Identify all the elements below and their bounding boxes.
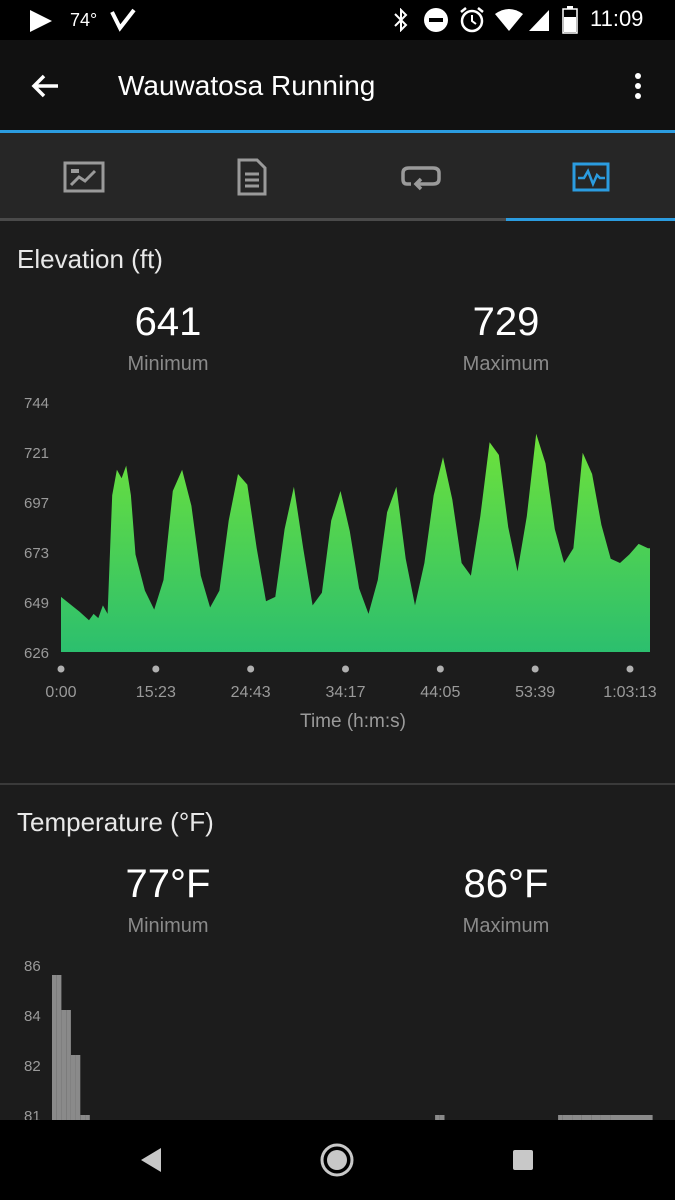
temperature-max-value: 86°F [463, 862, 549, 906]
graph-monitor-icon [572, 162, 609, 192]
elevation-y-tick: 721 [24, 445, 49, 462]
temperature-y-tick: 81 [24, 1108, 41, 1120]
bluetooth-icon [394, 8, 408, 32]
temperature-title: Temperature (°F) [17, 807, 214, 837]
temperature-min-value: 77°F [125, 862, 211, 906]
elevation-max-value: 729 [472, 300, 540, 344]
elevation-chart: 744 721 697 673 649 626 0:00 15:23 24:43 34:17 44… [24, 395, 657, 732]
temperature-y-tick: 84 [24, 1008, 41, 1025]
cell-signal-icon [529, 10, 549, 31]
elevation-x-tick: 44:05 [420, 684, 460, 701]
battery-icon [562, 6, 578, 34]
check-notification-icon [110, 8, 136, 32]
elevation-x-tick-dot [626, 665, 634, 673]
elevation-x-tick: 24:43 [231, 684, 271, 701]
tab-charts[interactable] [506, 133, 675, 221]
elevation-x-tick-dot [342, 665, 349, 673]
elevation-x-tick-dot [436, 665, 444, 673]
temperature-bar [52, 975, 57, 1120]
temperature-bar [70, 1055, 76, 1120]
temperature-min-stat: 77°F Minimum [68, 862, 268, 938]
elevation-x-tick: 53:39 [515, 684, 555, 701]
nav-home-icon[interactable] [317, 1140, 357, 1180]
status-temperature: 74° [70, 10, 98, 30]
tab-splits[interactable] [337, 133, 505, 221]
temperature-chart: 86 84 82 81 [24, 958, 653, 1120]
temperature-max-label: Maximum [462, 915, 550, 937]
elevation-max-stat: 729 Maximum [406, 300, 606, 376]
elevation-x-tick: 1:03:13 [603, 684, 656, 701]
tab-laps[interactable] [168, 133, 336, 221]
temperature-bar [61, 1010, 67, 1120]
temperature-bar [75, 1055, 81, 1120]
elevation-x-axis-label: Time (h:m:s) [300, 711, 406, 732]
elevation-area [61, 433, 650, 652]
status-bar: 74° 11:09 [0, 0, 675, 40]
arrow-left-icon[interactable] [28, 68, 64, 104]
nav-back-icon[interactable] [131, 1140, 171, 1180]
elevation-x-tick-dot [531, 665, 539, 673]
elevation-y-tick: 697 [24, 495, 49, 512]
elevation-y-tick: 744 [24, 395, 49, 412]
elevation-min-label: Minimum [127, 353, 209, 375]
temperature-bar [56, 975, 62, 1120]
alarm-icon [460, 7, 484, 33]
tab-summary[interactable] [0, 133, 168, 221]
temperature-max-stat: 86°F Maximum [406, 862, 606, 938]
section-divider [0, 783, 675, 785]
elevation-y-tick: 649 [24, 595, 49, 612]
elevation-y-tick: 673 [24, 545, 49, 562]
elevation-x-tick: 15:23 [136, 684, 176, 701]
cast-signal-icon [30, 10, 52, 32]
elevation-title: Elevation (ft) [17, 244, 163, 274]
temperature-y-tick: 82 [24, 1058, 41, 1075]
elevation-x-tick-dot [57, 665, 65, 673]
elevation-x-tick: 0:00 [45, 684, 76, 701]
status-time: 11:09 [590, 6, 644, 31]
laps-document-icon [237, 158, 267, 196]
app-bar: Wauwatosa Running [0, 40, 675, 132]
summary-chart-icon [63, 161, 105, 193]
temperature-y-tick: 86 [24, 958, 41, 975]
system-nav-bar [0, 1120, 675, 1200]
elevation-y-tick: 626 [24, 645, 49, 662]
nav-recents-icon[interactable] [503, 1140, 543, 1180]
active-tab-indicator [506, 218, 675, 221]
more-vertical-icon[interactable] [626, 68, 650, 104]
elevation-x-tick: 34:17 [325, 684, 365, 701]
elevation-x-tick-dot [152, 665, 160, 673]
temperature-bar [66, 1010, 71, 1120]
wifi-icon [495, 9, 523, 31]
tab-bar-baseline [0, 218, 506, 221]
elevation-x-tick-dot [247, 665, 255, 673]
temperature-min-label: Minimum [127, 915, 209, 937]
elevation-min-stat: 641 Minimum [68, 300, 268, 376]
elevation-min-value: 641 [134, 300, 202, 344]
repeat-loop-icon [401, 166, 441, 191]
elevation-max-label: Maximum [462, 353, 550, 375]
page-title: Wauwatosa Running [118, 70, 376, 101]
tab-bar [0, 133, 675, 221]
do-not-disturb-icon [424, 8, 448, 32]
